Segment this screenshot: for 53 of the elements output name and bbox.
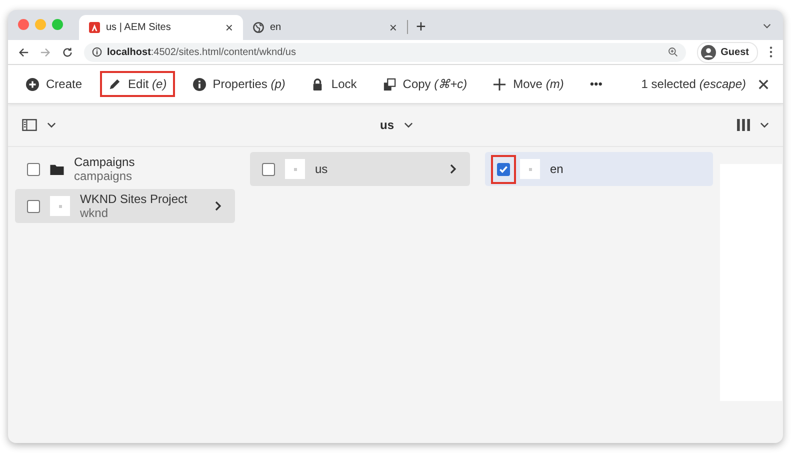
toolbar-button[interactable]: Properties (p): [184, 71, 294, 97]
column-view-icon: [737, 119, 750, 131]
reload-icon[interactable]: [62, 46, 73, 58]
toolbar-button[interactable]: Create: [18, 71, 90, 97]
info-icon: [92, 47, 102, 57]
location-label: us: [380, 118, 394, 132]
menu-icon[interactable]: [769, 46, 773, 58]
column-item[interactable]: WKND Sites Project wknd: [15, 189, 235, 223]
lock-icon: [311, 78, 324, 90]
chevron-right-icon: [450, 164, 456, 174]
chevron-down-icon: [47, 122, 56, 128]
column-item[interactable]: en: [485, 152, 713, 186]
view-switcher-button[interactable]: [737, 119, 769, 131]
copy-icon: [382, 78, 396, 90]
toolbar-button[interactable]: Lock: [303, 71, 365, 97]
close-icon[interactable]: [758, 78, 769, 90]
new-tab-button[interactable]: +: [408, 17, 434, 40]
profile-button[interactable]: Guest: [696, 42, 758, 62]
logo-icon: [89, 22, 100, 33]
page-thumbnail: [285, 159, 305, 179]
pencil-icon: [108, 78, 122, 90]
folder-icon: [50, 164, 64, 174]
browser-tab[interactable]: en ×: [243, 15, 407, 40]
selection-count: 1 selected (escape): [641, 77, 746, 91]
checkbox[interactable]: [27, 200, 40, 212]
chevron-down-icon: [760, 122, 769, 128]
page-thumbnail: [520, 159, 540, 179]
chevron-down-icon: [404, 122, 413, 128]
toolbar-button[interactable]: •••: [582, 71, 610, 97]
zoom-icon[interactable]: [668, 47, 678, 57]
back-icon[interactable]: [18, 46, 29, 58]
toolbar-button[interactable]: Copy (⌘+c): [374, 71, 476, 97]
column-item[interactable]: us: [250, 152, 470, 186]
chevron-down-icon[interactable]: [763, 23, 771, 29]
column-item[interactable]: Campaigns campaigns: [15, 152, 243, 186]
checkbox[interactable]: [262, 162, 275, 176]
checkbox[interactable]: [27, 162, 40, 176]
plus-circle-icon: [26, 78, 39, 90]
sidebar-icon: [22, 119, 37, 131]
address-field[interactable]: localhost:4502/sites.html/content/wknd/us: [84, 42, 686, 62]
toolbar-button[interactable]: Edit (e): [100, 71, 175, 97]
browser-tab[interactable]: us | AEM Sites ×: [79, 15, 243, 40]
page-thumbnail: [50, 196, 70, 216]
info-icon: [192, 78, 206, 90]
checkbox[interactable]: [497, 162, 510, 176]
chevron-right-icon: [215, 201, 221, 211]
globe-icon: [253, 22, 264, 33]
avatar-icon: [700, 44, 716, 60]
toolbar-button[interactable]: Move (m): [485, 71, 572, 97]
close-tab-button[interactable]: ×: [225, 20, 233, 35]
move-icon: [493, 78, 506, 90]
rail-toggle-button[interactable]: [22, 119, 56, 131]
close-tab-button[interactable]: ×: [389, 20, 397, 35]
